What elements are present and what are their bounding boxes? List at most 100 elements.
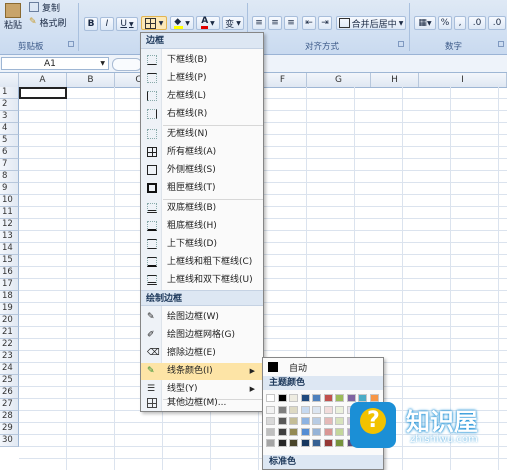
color-swatch[interactable] xyxy=(277,394,287,402)
column-header[interactable]: B xyxy=(67,73,115,87)
color-swatch[interactable] xyxy=(289,428,298,436)
color-swatch[interactable] xyxy=(300,439,310,447)
color-swatch[interactable] xyxy=(277,428,287,436)
column-header[interactable]: F xyxy=(259,73,307,87)
decrease-decimal-button[interactable]: .0 xyxy=(488,16,506,30)
phonetic-button[interactable]: 变 ▼ xyxy=(222,16,244,30)
color-swatch[interactable] xyxy=(335,406,344,414)
color-swatch[interactable] xyxy=(312,394,321,402)
row-header[interactable]: 21 xyxy=(0,327,19,339)
menu-item-line-color[interactable]: ✎ 线条颜色(I) ▶ xyxy=(141,363,263,380)
accounting-format-button[interactable]: ▦ ▼ xyxy=(414,16,436,30)
bold-button[interactable]: B xyxy=(84,17,98,31)
row-header[interactable]: 8 xyxy=(0,171,19,183)
active-cell[interactable] xyxy=(19,87,67,99)
color-swatch[interactable] xyxy=(312,417,321,425)
color-swatch[interactable] xyxy=(289,394,298,402)
color-swatch[interactable] xyxy=(289,417,298,425)
column-header[interactable]: H xyxy=(371,73,419,87)
row-header[interactable]: 7 xyxy=(0,159,19,171)
merge-center-button[interactable]: 合并后居中 ▼ xyxy=(336,16,406,30)
row-header[interactable]: 29 xyxy=(0,423,19,435)
row-header[interactable]: 26 xyxy=(0,387,19,399)
menu-item-bottom-border[interactable]: 下框线(B) xyxy=(141,52,263,69)
percent-button[interactable]: % xyxy=(438,16,452,30)
color-swatch[interactable] xyxy=(323,394,333,402)
row-header[interactable]: 25 xyxy=(0,375,19,387)
copy-button[interactable]: 复制 xyxy=(28,0,68,14)
format-painter-button[interactable]: ✎ 格式刷 xyxy=(28,15,76,29)
color-swatch[interactable] xyxy=(277,417,287,425)
color-swatch[interactable] xyxy=(312,428,321,436)
menu-item-top-double-bottom-border[interactable]: 上框线和双下框线(U) xyxy=(141,272,263,289)
menu-item-thick-box-border[interactable]: 粗匣框线(T) xyxy=(141,180,263,197)
row-header[interactable]: 27 xyxy=(0,399,19,411)
row-header[interactable]: 9 xyxy=(0,183,19,195)
alignment-launcher-icon[interactable] xyxy=(398,41,404,47)
color-swatch[interactable] xyxy=(300,394,310,402)
menu-item-erase-border[interactable]: ⌫ 擦除边框(E) xyxy=(141,345,263,362)
increase-decimal-button[interactable]: .0 xyxy=(468,16,486,30)
menu-item-right-border[interactable]: 右框线(R) xyxy=(141,106,263,123)
row-header[interactable]: 18 xyxy=(0,291,19,303)
row-header[interactable]: 28 xyxy=(0,411,19,423)
row-header[interactable]: 2 xyxy=(0,99,19,111)
row-header[interactable]: 19 xyxy=(0,303,19,315)
menu-item-left-border[interactable]: 左框线(L) xyxy=(141,88,263,105)
color-swatch[interactable] xyxy=(323,417,333,425)
menu-item-draw-border[interactable]: ✎ 绘图边框(W) xyxy=(141,309,263,326)
menu-item-more-borders[interactable]: 其他边框(M)... xyxy=(141,395,263,412)
menu-item-thick-bottom-border[interactable]: 粗底框线(H) xyxy=(141,218,263,235)
row-header[interactable]: 11 xyxy=(0,207,19,219)
row-header[interactable]: 23 xyxy=(0,351,19,363)
row-header[interactable]: 20 xyxy=(0,315,19,327)
column-header[interactable]: A xyxy=(19,73,67,87)
color-swatch[interactable] xyxy=(312,439,321,447)
menu-item-top-bottom-border[interactable]: 上下框线(D) xyxy=(141,236,263,253)
align-center-button[interactable]: ≡ xyxy=(268,16,282,30)
row-header[interactable]: 10 xyxy=(0,195,19,207)
color-swatch[interactable] xyxy=(300,428,310,436)
row-header[interactable]: 6 xyxy=(0,147,19,159)
row-header[interactable]: 17 xyxy=(0,279,19,291)
row-header[interactable]: 22 xyxy=(0,339,19,351)
automatic-color-item[interactable]: 自动 xyxy=(263,358,383,376)
row-header[interactable]: 3 xyxy=(0,111,19,123)
name-box[interactable]: A1 ▼ xyxy=(1,57,109,70)
row-header[interactable]: 4 xyxy=(0,123,19,135)
color-swatch[interactable] xyxy=(289,406,298,414)
color-swatch[interactable] xyxy=(323,406,333,414)
color-swatch[interactable] xyxy=(289,439,298,447)
color-swatch[interactable] xyxy=(266,439,275,447)
paste-button[interactable]: 粘贴 xyxy=(2,2,24,32)
menu-item-all-borders[interactable]: 所有框线(A) xyxy=(141,144,263,161)
increase-indent-button[interactable]: ⇥ xyxy=(318,16,332,30)
column-header[interactable]: I xyxy=(419,73,507,87)
color-swatch[interactable] xyxy=(335,439,344,447)
color-swatch[interactable] xyxy=(277,439,287,447)
color-swatch[interactable] xyxy=(266,406,275,414)
align-right-button[interactable]: ≡ xyxy=(284,16,298,30)
color-swatch[interactable] xyxy=(300,417,310,425)
row-header[interactable]: 30 xyxy=(0,435,19,447)
row-header[interactable]: 12 xyxy=(0,219,19,231)
align-left-button[interactable]: ≡ xyxy=(252,16,266,30)
color-swatch[interactable] xyxy=(266,394,275,402)
color-swatch[interactable] xyxy=(300,406,310,414)
color-swatch[interactable] xyxy=(323,428,333,436)
color-swatch[interactable] xyxy=(312,406,321,414)
color-swatch[interactable] xyxy=(335,394,344,402)
italic-button[interactable]: I xyxy=(100,17,114,31)
column-header[interactable]: G xyxy=(307,73,371,87)
color-swatch[interactable] xyxy=(277,406,287,414)
number-launcher-icon[interactable] xyxy=(498,41,504,47)
row-header[interactable]: 24 xyxy=(0,363,19,375)
row-header[interactable]: 14 xyxy=(0,243,19,255)
underline-button[interactable]: U ▼ xyxy=(116,17,138,31)
color-swatch[interactable] xyxy=(335,417,344,425)
row-header[interactable]: 15 xyxy=(0,255,19,267)
row-header[interactable]: 16 xyxy=(0,267,19,279)
menu-item-outside-borders[interactable]: 外侧框线(S) xyxy=(141,162,263,179)
clipboard-launcher-icon[interactable] xyxy=(68,41,74,47)
menu-item-double-bottom-border[interactable]: 双底框线(B) xyxy=(141,200,263,217)
